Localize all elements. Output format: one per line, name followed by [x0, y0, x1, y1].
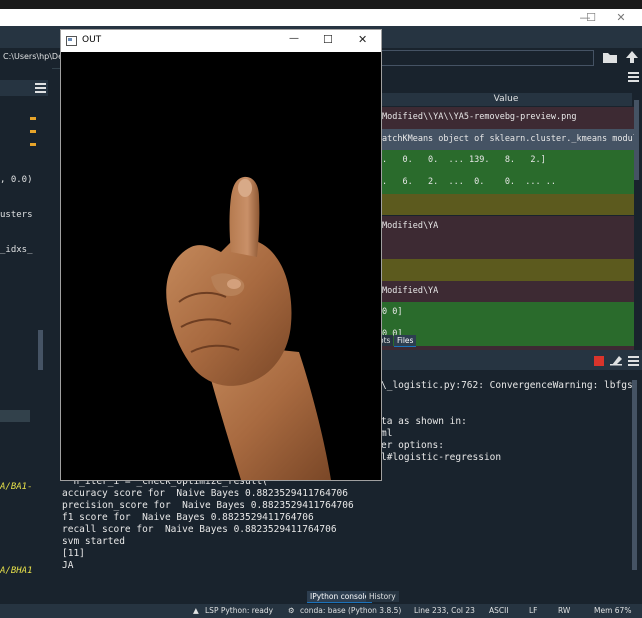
out-window-title: OUT [82, 35, 102, 45]
variable-row[interactable]: . 0. 0. ... 139. 8. 2.] [380, 150, 634, 173]
editor-line: usters [0, 210, 33, 220]
console-line: accuracy score for Naive Bayes 0.8823529… [62, 488, 348, 499]
console-line: ml [381, 428, 393, 439]
console-line: svm started [62, 536, 125, 547]
console-line: \_logistic.py:762: ConvergenceWarning: l… [381, 380, 633, 391]
image-canvas [61, 52, 381, 480]
variable-row[interactable]: Modified\YA [380, 280, 634, 303]
variable-row[interactable]: 0 0] [380, 302, 634, 324]
editor-line: _idxs_ [0, 245, 33, 255]
out-close-button[interactable]: ✕ [358, 33, 367, 46]
console-line: recall score for Naive Bayes 0.882352941… [62, 524, 337, 535]
folder-icon[interactable] [602, 50, 618, 64]
variable-row[interactable] [380, 237, 634, 259]
variable-row[interactable]: . 6. 2. ... 0. 0. ... .. [380, 172, 634, 194]
close-button[interactable]: ✕ [606, 9, 636, 26]
variable-row[interactable] [380, 258, 634, 281]
arrow-up-icon[interactable] [625, 50, 639, 64]
out-maximize-button[interactable]: ☐ [323, 33, 333, 46]
editor-pane[interactable] [0, 68, 52, 604]
tab-files[interactable]: Files [394, 335, 417, 347]
path-combo[interactable] [380, 50, 594, 66]
console-line: JA [62, 560, 74, 571]
editor-line: A/BA1- [0, 482, 33, 492]
tab-ipython-console[interactable]: IPython console [307, 591, 373, 603]
cursor-position: Line 233, Col 23 [414, 606, 475, 615]
editor-scrollbar[interactable] [38, 330, 43, 370]
editor-current-line [0, 410, 30, 422]
encoding: ASCII [489, 606, 509, 615]
warning-marker [30, 130, 36, 133]
conda-status: conda: base (Python 3.8.5) [300, 606, 402, 615]
maximize-button[interactable]: ☐ [576, 9, 606, 26]
variable-row[interactable]: 0 0] [380, 324, 634, 346]
tab-history[interactable]: History [366, 591, 399, 602]
out-minimize-button[interactable]: — [289, 33, 299, 44]
warning-marker [30, 117, 36, 120]
memory-usage: Mem 67% [594, 606, 632, 615]
editor-line: , 0.0) [0, 175, 33, 185]
stop-icon[interactable] [594, 356, 604, 366]
console-scrollbar[interactable] [632, 380, 637, 570]
console-line: ta as shown in: [381, 416, 467, 427]
variable-row[interactable]: Modified\\YA\\YA5-removebg-preview.png [380, 107, 634, 129]
editor-line: A/BHA1 [0, 566, 33, 576]
out-window-title-bar[interactable]: OUT — ☐ ✕ [61, 30, 381, 52]
variable-row[interactable] [380, 193, 634, 216]
spyder-title-bar: — ☐ ✕ [0, 9, 642, 26]
permissions: RW [558, 606, 571, 615]
status-bar: ▲ LSP Python: ready ⚙ conda: base (Pytho… [0, 604, 642, 618]
os-top-strip [0, 0, 642, 9]
working-directory-field[interactable]: C:\Users\hp\Desl [0, 50, 63, 64]
console-line: l#logistic-regression [381, 452, 502, 463]
console-line: er options: [381, 440, 444, 451]
lsp-status: LSP Python: ready [205, 606, 274, 615]
console-line: precision_score for Naive Bayes 0.882352… [62, 500, 354, 511]
console-line: [11] [62, 548, 85, 559]
lsp-icon: ▲ [193, 606, 199, 615]
variable-row[interactable]: atchKMeans object of sklearn.cluster._km… [380, 128, 634, 151]
hamburger-menu-icon[interactable] [35, 83, 47, 93]
window-app-icon [66, 36, 77, 46]
variable-scrollbar[interactable] [634, 100, 639, 180]
variable-row[interactable]: Modified\YA [380, 215, 634, 238]
out-image-window[interactable]: OUT — ☐ ✕ [60, 29, 382, 481]
eol: LF [529, 606, 538, 615]
hamburger-menu-icon[interactable] [628, 72, 640, 82]
console-line: f1 score for Naive Bayes 0.8823529411764… [62, 512, 314, 523]
eraser-icon[interactable] [609, 354, 623, 366]
warning-marker [30, 143, 36, 146]
value-column-header[interactable]: Value [380, 93, 632, 106]
hand-gesture-image [166, 176, 331, 480]
hamburger-menu-icon[interactable] [628, 356, 640, 366]
conda-icon: ⚙ [288, 606, 295, 615]
